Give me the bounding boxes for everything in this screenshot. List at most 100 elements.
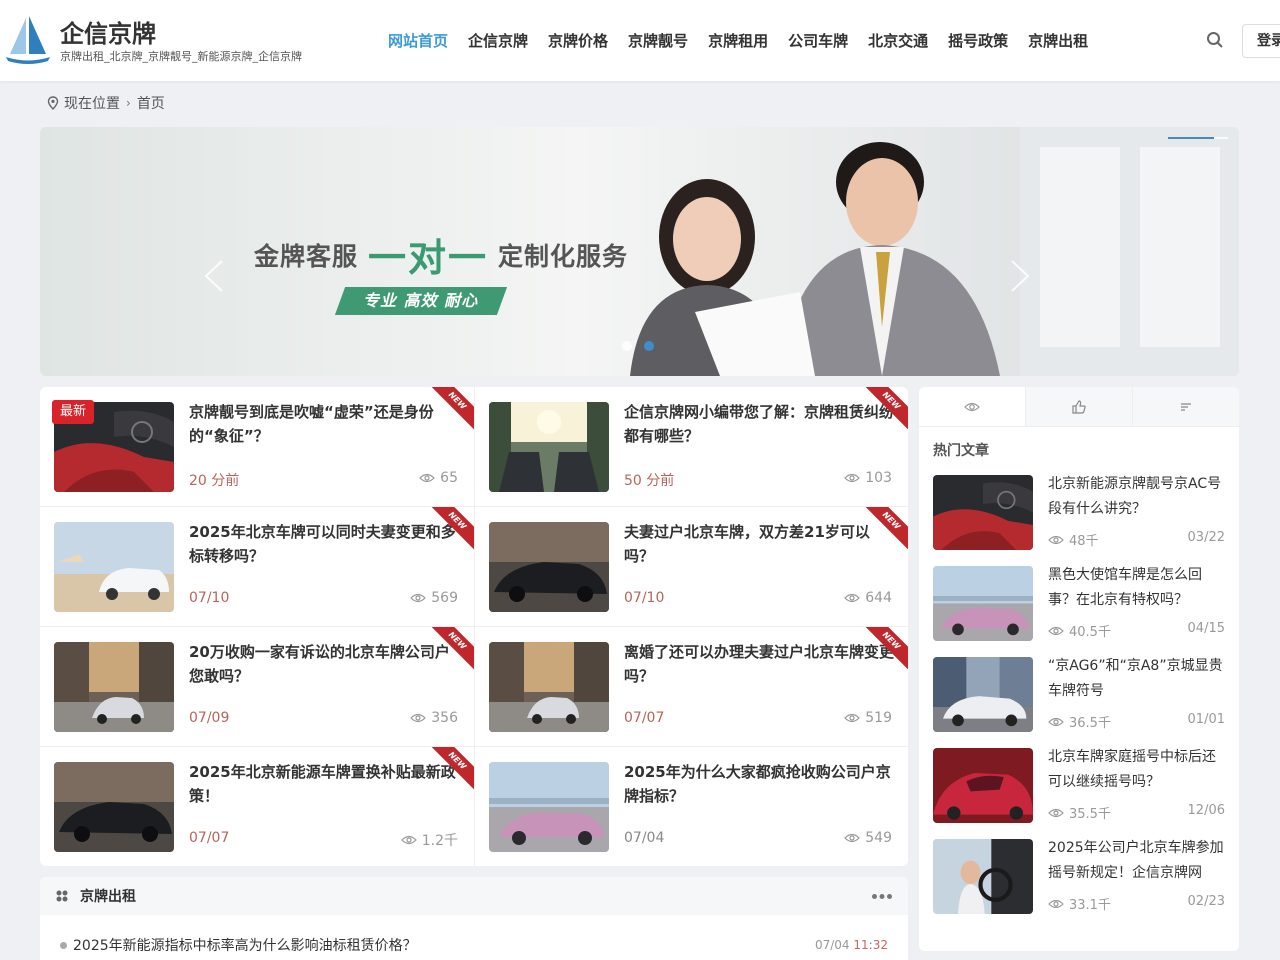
tab-most-viewed[interactable] — [919, 387, 1025, 426]
hot-article-title[interactable]: 黑色大使馆车牌是怎么回事？在北京有特权吗？ — [1048, 563, 1228, 613]
banner-title-right: 定制化服务 — [498, 241, 629, 271]
article-thumbnail[interactable] — [54, 642, 174, 732]
sidebar-tabs — [919, 387, 1239, 427]
next-slide-icon[interactable] — [1008, 259, 1032, 293]
article-title[interactable]: 20万收购一家有诉讼的北京车牌公司户您敢吗？ — [189, 640, 459, 688]
hot-article-thumbnail[interactable] — [933, 657, 1033, 732]
article-thumbnail[interactable] — [54, 762, 174, 852]
hot-article-title[interactable]: “京AG6”和“京A8”京城显贵车牌符号 — [1048, 654, 1228, 704]
article-time: 50 分前 — [624, 473, 675, 489]
site-title[interactable]: 企信京牌 — [60, 14, 156, 49]
article-title[interactable]: 夫妻过户北京车牌，双方差21岁可以吗？ — [624, 520, 894, 568]
thumbnail-image — [54, 522, 174, 612]
hot-article-title[interactable]: 北京新能源京牌靓号京AC号段有什么讲究？ — [1048, 472, 1228, 522]
rental-title[interactable]: 京牌出租 — [80, 886, 136, 906]
nav-item[interactable]: 公司车牌 — [778, 30, 858, 52]
article-grid: 最新 京牌靓号到底是吹嘘“虚荣”还是身份的“象征”？ 20 分前 65 NEW 企信京牌网… — [40, 387, 908, 866]
breadcrumb-current[interactable]: 首页 — [137, 93, 165, 113]
hot-article-title[interactable]: 北京车牌家庭摇号中标后还可以继续摇号吗？ — [1048, 745, 1228, 795]
bullet-icon — [60, 941, 67, 949]
location-pin-icon — [47, 96, 59, 110]
breadcrumb: 现在位置 › 首页 — [46, 93, 165, 113]
hot-article-date: 12/06 — [1187, 803, 1225, 818]
banner-headline: 金牌客服 一对一 定制化服务 — [254, 227, 628, 282]
hot-article[interactable]: 北京新能源京牌靓号京AC号段有什么讲究？ 48千 03/22 — [933, 475, 1225, 551]
eye-icon — [1048, 808, 1064, 817]
nav-item[interactable]: 北京交通 — [858, 30, 938, 52]
site-header: 企信京牌 京牌出租_北京牌_京牌靓号_新能源京牌_企信京牌 网站首页 企信京牌 京牌… — [0, 0, 1280, 81]
hot-article[interactable]: 北京车牌家庭摇号中标后还可以继续摇号吗？ 35.5千 12/06 — [933, 748, 1225, 824]
thumbnail-image — [933, 839, 1033, 914]
hot-article[interactable]: “京AG6”和“京A8”京城显贵车牌符号 36.5千 01/01 — [933, 657, 1225, 733]
article-title[interactable]: 2025年为什么大家都疯抢收购公司户京牌指标？ — [624, 760, 894, 808]
article-time: 07/10 — [624, 590, 665, 606]
article-title[interactable]: 2025年北京新能源车牌置换补贴最新政策！ — [189, 760, 459, 808]
hot-article[interactable]: 黑色大使馆车牌是怎么回事？在北京有特权吗？ 40.5千 04/15 — [933, 566, 1225, 642]
tab-latest[interactable] — [1132, 387, 1239, 426]
slide-progress — [1168, 137, 1228, 139]
hot-article-thumbnail[interactable] — [933, 475, 1033, 550]
hot-article-views: 33.1千 — [1048, 894, 1111, 913]
article-title[interactable]: 离婚了还可以办理夫妻过户北京车牌变更吗？ — [624, 640, 894, 688]
thumbnail-image — [489, 402, 609, 492]
prev-slide-icon[interactable] — [202, 259, 226, 293]
slide-dot[interactable] — [622, 341, 632, 351]
nav-item[interactable]: 网站首页 — [378, 30, 458, 52]
article-card[interactable]: 20万收购一家有诉讼的北京车牌公司户您敢吗？ 07/09 356 NEW — [40, 627, 474, 747]
eye-icon — [1048, 717, 1064, 726]
nav-item[interactable]: 京牌靓号 — [618, 30, 698, 52]
hot-article-title[interactable]: 2025年公司户北京车牌参加摇号新规定！企信京牌网 — [1048, 836, 1228, 886]
article-thumbnail[interactable] — [489, 402, 609, 492]
article-title[interactable]: 2025年北京车牌可以同时夫妻变更和多标转移吗？ — [189, 520, 459, 568]
article-views: 519 — [844, 710, 892, 726]
article-thumbnail[interactable] — [489, 642, 609, 732]
nav-item[interactable]: 京牌出租 — [1018, 30, 1098, 52]
article-title[interactable]: 京牌靓号到底是吹嘘“虚荣”还是身份的“象征”？ — [189, 400, 459, 448]
article-views: 356 — [410, 710, 458, 726]
eye-icon — [844, 713, 861, 723]
article-thumbnail[interactable] — [489, 762, 609, 852]
hot-article-thumbnail[interactable] — [933, 748, 1033, 823]
article-card[interactable]: 企信京牌网小编带您了解：京牌租赁纠纷都有哪些？ 50 分前 103 NEW — [474, 387, 908, 507]
nav-item[interactable]: 京牌价格 — [538, 30, 618, 52]
sailboat-logo-icon[interactable] — [4, 14, 52, 66]
thumbnail-image — [489, 642, 609, 732]
article-title[interactable]: 企信京牌网小编带您了解：京牌租赁纠纷都有哪些？ — [624, 400, 894, 448]
thumbnail-image — [489, 522, 609, 612]
more-icon[interactable] — [872, 894, 892, 899]
eye-icon — [419, 473, 436, 483]
search-icon[interactable] — [1206, 31, 1224, 49]
nav-item[interactable]: 摇号政策 — [938, 30, 1018, 52]
article-card[interactable]: 2025年北京车牌可以同时夫妻变更和多标转移吗？ 07/10 569 NEW — [40, 507, 474, 627]
article-card[interactable]: 离婚了还可以办理夫妻过户北京车牌变更吗？ 07/07 519 NEW — [474, 627, 908, 747]
hot-article-thumbnail[interactable] — [933, 566, 1033, 641]
rental-item-date: 07/04 11:32 — [814, 938, 888, 952]
rental-item-title[interactable]: 2025年新能源指标中标率高为什么影响油标租赁价格？ — [73, 935, 417, 955]
slide-dot[interactable] — [644, 341, 654, 351]
sort-lines-icon — [1181, 402, 1191, 411]
thumbnail-image — [933, 566, 1033, 641]
article-card[interactable]: 2025年北京新能源车牌置换补贴最新政策！ 07/07 1.2千 NEW — [40, 747, 474, 866]
rental-list-item[interactable]: 2025年新能源指标中标率高为什么影响油标租赁价格？ — [60, 935, 417, 955]
eye-icon — [844, 473, 861, 483]
article-time: 20 分前 — [189, 473, 240, 489]
nav-item[interactable]: 企信京牌 — [458, 30, 538, 52]
article-card[interactable]: 2025年为什么大家都疯抢收购公司户京牌指标？ 07/04 549 — [474, 747, 908, 866]
hot-article-thumbnail[interactable] — [933, 839, 1033, 914]
hot-article-date: 04/15 — [1187, 621, 1225, 636]
site-subtitle: 京牌出租_北京牌_京牌靓号_新能源京牌_企信京牌 — [60, 50, 302, 63]
hot-article[interactable]: 2025年公司户北京车牌参加摇号新规定！企信京牌网 33.1千 02/23 — [933, 839, 1225, 915]
tab-most-liked[interactable] — [1025, 387, 1132, 426]
article-card[interactable]: 夫妻过户北京车牌，双方差21岁可以吗？ 07/10 644 NEW — [474, 507, 908, 627]
hero-banner[interactable]: 金牌客服 一对一 定制化服务 专业 高效 耐心 — [40, 127, 1239, 376]
article-card[interactable]: 最新 京牌靓号到底是吹嘘“虚荣”还是身份的“象征”？ 20 分前 65 NEW — [40, 387, 474, 507]
article-time: 07/07 — [624, 710, 665, 726]
eye-icon — [410, 713, 427, 723]
article-views: 65 — [419, 470, 458, 486]
article-thumbnail[interactable] — [489, 522, 609, 612]
rental-section: 京牌出租 2025年新能源指标中标率高为什么影响油标租赁价格？ 07/04 11… — [40, 877, 908, 960]
login-button[interactable]: 登录 — [1242, 24, 1280, 58]
nav-item[interactable]: 京牌租用 — [698, 30, 778, 52]
chevron-right-icon: › — [126, 96, 131, 110]
article-thumbnail[interactable] — [54, 522, 174, 612]
